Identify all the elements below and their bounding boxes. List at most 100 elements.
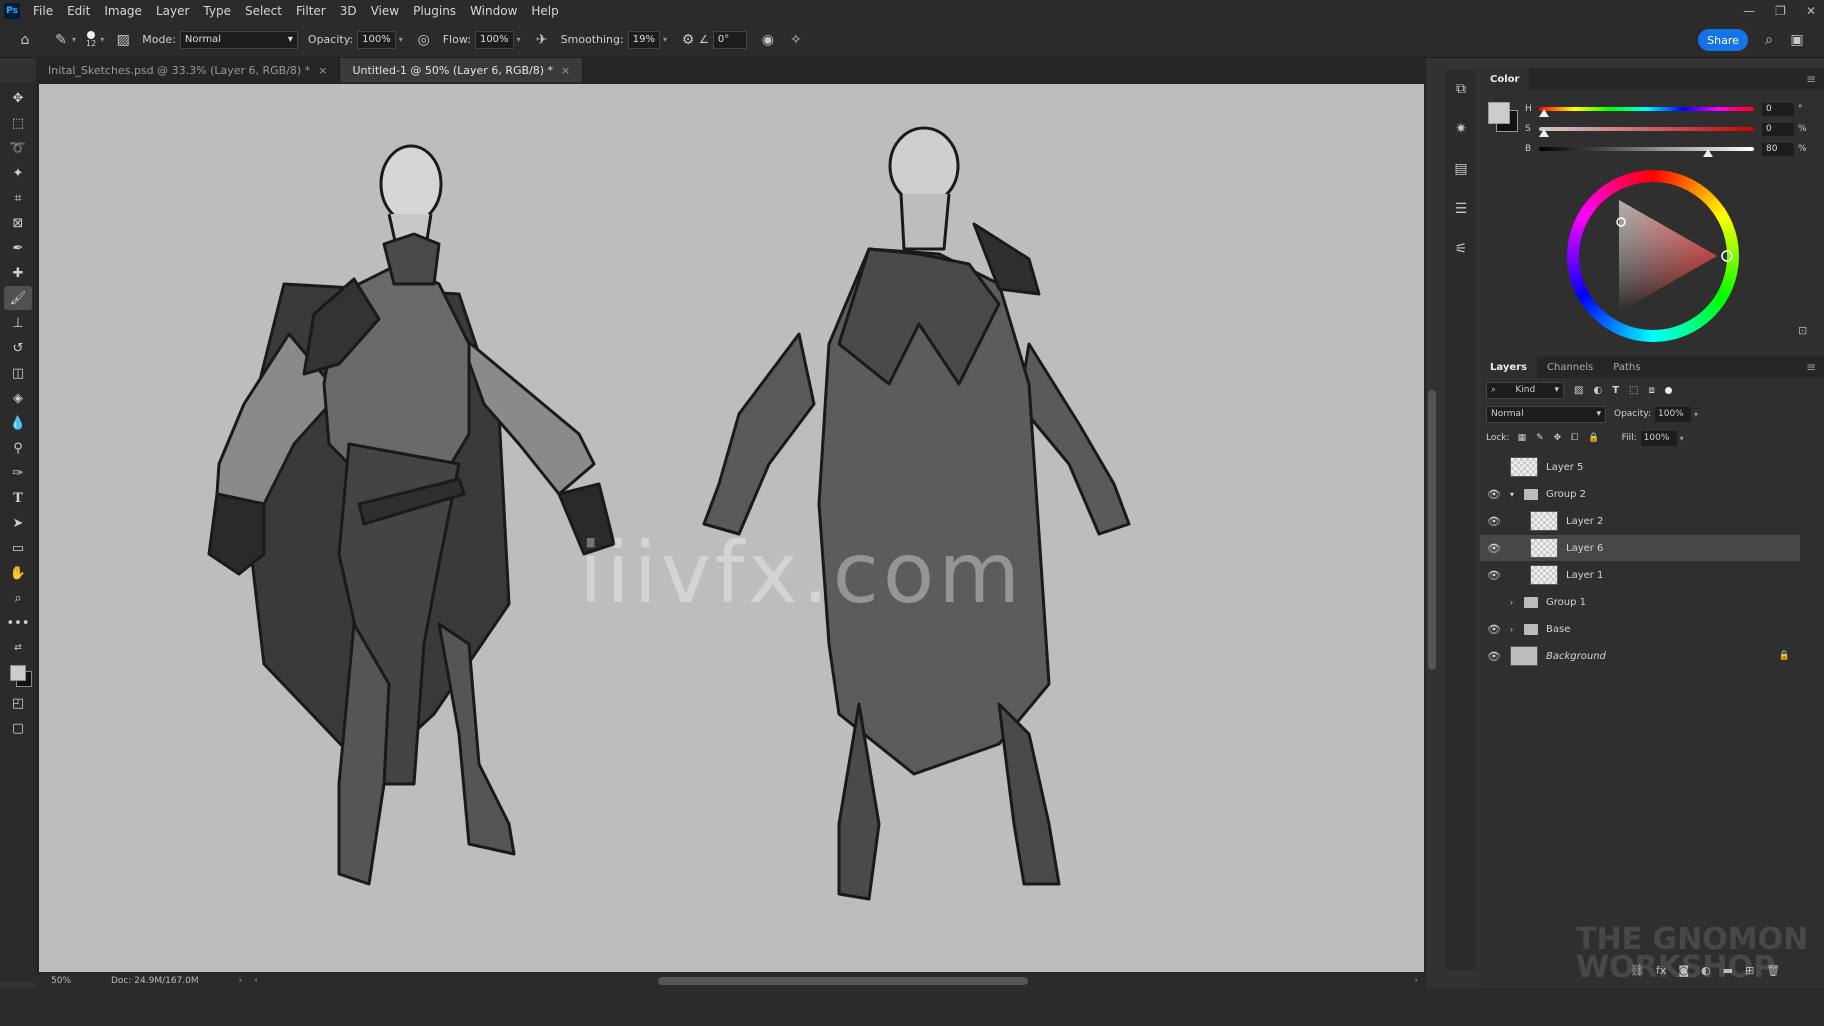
eye-icon[interactable]: 👁 xyxy=(1484,542,1504,555)
filter-type-icon[interactable]: T xyxy=(1612,385,1619,396)
menu-window[interactable]: Window xyxy=(463,4,524,18)
type-tool-icon[interactable]: T xyxy=(4,486,32,510)
opacity-chevron-icon[interactable]: ▾ xyxy=(399,35,403,44)
menu-select[interactable]: Select xyxy=(238,4,289,18)
hue-slider-thumb[interactable] xyxy=(1539,109,1549,117)
status-menu-arrow-icon[interactable]: › xyxy=(239,976,243,986)
home-icon[interactable]: ⌂ xyxy=(14,29,36,51)
menu-help[interactable]: Help xyxy=(524,4,565,18)
color-wheel-expand-icon[interactable]: ⊡ xyxy=(1798,324,1807,337)
pen-tool-icon[interactable]: ✑ xyxy=(4,461,32,485)
layer-row[interactable]: 👁 Layer 1 xyxy=(1480,562,1800,588)
color-wheel[interactable] xyxy=(1567,170,1739,342)
pressure-opacity-icon[interactable]: ◎ xyxy=(413,29,435,51)
lock-pixels-icon[interactable]: ✎ xyxy=(1536,433,1544,443)
brush-settings-panel-icon[interactable]: ▨ xyxy=(112,29,134,51)
quick-mask-icon[interactable]: ◰ xyxy=(4,691,32,715)
layer-row[interactable]: 👁 Background 🔒 xyxy=(1480,643,1800,669)
lasso-tool-icon[interactable]: ➰ xyxy=(4,136,32,160)
scroll-right-arrow-icon[interactable]: › xyxy=(1414,976,1418,986)
close-icon[interactable]: ✕ xyxy=(1806,4,1816,18)
magic-wand-tool-icon[interactable]: ✦ xyxy=(4,161,32,185)
tab-layers[interactable]: Layers xyxy=(1480,356,1537,378)
color-triangle[interactable] xyxy=(1567,170,1739,342)
filter-shape-icon[interactable]: ⬚ xyxy=(1629,385,1638,396)
menu-file[interactable]: File xyxy=(26,4,60,18)
tab-inital-sketches[interactable]: Inital_Sketches.psd @ 33.3% (Layer 6, RG… xyxy=(36,58,341,82)
saturation-value[interactable]: 0 xyxy=(1762,122,1794,136)
menu-edit[interactable]: Edit xyxy=(60,4,97,18)
chevron-right-icon[interactable]: › xyxy=(1510,598,1524,607)
saturation-slider[interactable] xyxy=(1539,127,1754,137)
rectangle-tool-icon[interactable]: ▭ xyxy=(4,536,32,560)
angle-field[interactable]: 0° xyxy=(712,30,747,49)
brush-tool-icon[interactable]: 🖌 xyxy=(4,286,32,310)
layer-row[interactable]: 👁 ▾ Group 2 xyxy=(1480,481,1800,507)
airbrush-icon[interactable]: ✈ xyxy=(531,29,553,51)
eye-icon[interactable]: 👁 xyxy=(1484,569,1504,582)
hue-value[interactable]: 0 xyxy=(1762,102,1794,116)
zoom-tool-icon[interactable]: ⌕ xyxy=(4,586,32,610)
saturation-slider-thumb[interactable] xyxy=(1539,129,1549,137)
layer-row[interactable]: 👁 › Base xyxy=(1480,616,1800,642)
pressure-size-icon[interactable]: ◉ xyxy=(757,29,779,51)
close-tab-icon[interactable]: × xyxy=(561,64,570,77)
chevron-down-icon[interactable]: ▾ xyxy=(1510,490,1524,499)
minimize-icon[interactable]: — xyxy=(1743,4,1755,18)
flow-field[interactable]: 100% xyxy=(474,30,514,49)
flow-chevron-icon[interactable]: ▾ xyxy=(517,35,521,44)
menu-view[interactable]: View xyxy=(364,4,406,18)
layer-row[interactable]: Layer 5 xyxy=(1480,454,1800,480)
menu-3d[interactable]: 3D xyxy=(333,4,364,18)
eraser-tool-icon[interactable]: ◫ xyxy=(4,361,32,385)
eye-icon[interactable]: 👁 xyxy=(1484,623,1504,636)
layers-panel-menu-icon[interactable]: ≡ xyxy=(1806,360,1816,374)
search-icon[interactable]: ⌕ xyxy=(1758,29,1780,51)
filter-smart-object-icon[interactable]: ⧈ xyxy=(1648,385,1654,396)
filter-adjustment-icon[interactable]: ◐ xyxy=(1593,385,1602,396)
hand-tool-icon[interactable]: ✋ xyxy=(4,561,32,585)
brightness-slider[interactable] xyxy=(1539,147,1754,157)
tab-paths[interactable]: Paths xyxy=(1603,356,1650,378)
opacity-field[interactable]: 100% xyxy=(357,30,396,49)
color-swatches[interactable] xyxy=(4,661,32,691)
path-selection-tool-icon[interactable]: ➤ xyxy=(4,511,32,535)
kind-filter-select[interactable]: ⌕ Kind ▾ xyxy=(1486,381,1564,399)
close-tab-icon[interactable]: × xyxy=(318,64,327,77)
color-panel-foreground-swatch[interactable] xyxy=(1488,102,1510,124)
adjustments-panel-icon[interactable]: ☰ xyxy=(1450,198,1472,220)
move-tool-icon[interactable]: ✥ xyxy=(4,86,32,110)
blur-tool-icon[interactable]: 💧 xyxy=(4,411,32,435)
tab-channels[interactable]: Channels xyxy=(1537,356,1603,378)
brightness-value[interactable]: 80 xyxy=(1762,142,1794,156)
layer-blend-mode-select[interactable]: Normal ▾ xyxy=(1486,405,1606,423)
eyedropper-tool-icon[interactable]: ✒ xyxy=(4,236,32,260)
layer-row[interactable]: 👁 Layer 6 xyxy=(1480,535,1800,561)
mode-select[interactable]: Normal ▾ xyxy=(179,30,298,49)
layer-opacity-value[interactable]: 100% xyxy=(1655,406,1691,422)
history-brush-tool-icon[interactable]: ↺ xyxy=(4,336,32,360)
eye-icon[interactable]: 👁 xyxy=(1484,515,1504,528)
brush-size-picker[interactable]: 12 xyxy=(86,31,96,48)
properties-panel-icon[interactable]: ⚟ xyxy=(1450,238,1472,260)
lock-artboard-icon[interactable]: ⧠ xyxy=(1571,433,1578,443)
clone-stamp-tool-icon[interactable]: ⊥ xyxy=(4,311,32,335)
eye-icon[interactable]: 👁 xyxy=(1484,650,1504,663)
brushes-panel-icon[interactable]: ▤ xyxy=(1450,158,1472,180)
brush-settings-icon[interactable]: ✷ xyxy=(1450,118,1472,140)
scroll-left-arrow-icon[interactable]: ‹ xyxy=(254,976,258,986)
brush-preset-icon[interactable]: ✎ xyxy=(50,29,72,51)
swap-colors-icon[interactable]: ⇄ xyxy=(4,636,32,660)
menu-plugins[interactable]: Plugins xyxy=(406,4,463,18)
hue-slider[interactable] xyxy=(1539,107,1754,117)
crop-tool-icon[interactable]: ⌗ xyxy=(4,186,32,210)
layer-row[interactable]: 👁 Layer 2 xyxy=(1480,508,1800,534)
workspace-icon[interactable]: ▣ xyxy=(1786,29,1808,51)
document-canvas[interactable]: iiivfx.com xyxy=(39,84,1424,972)
menu-layer[interactable]: Layer xyxy=(149,4,196,18)
foreground-color-swatch[interactable] xyxy=(10,665,26,681)
brush-size-chevron-icon[interactable]: ▾ xyxy=(100,35,104,44)
chevron-right-icon[interactable]: › xyxy=(1510,625,1524,634)
fill-chevron-icon[interactable]: ▾ xyxy=(1680,434,1684,443)
layer-row[interactable]: › Group 1 xyxy=(1480,589,1800,615)
